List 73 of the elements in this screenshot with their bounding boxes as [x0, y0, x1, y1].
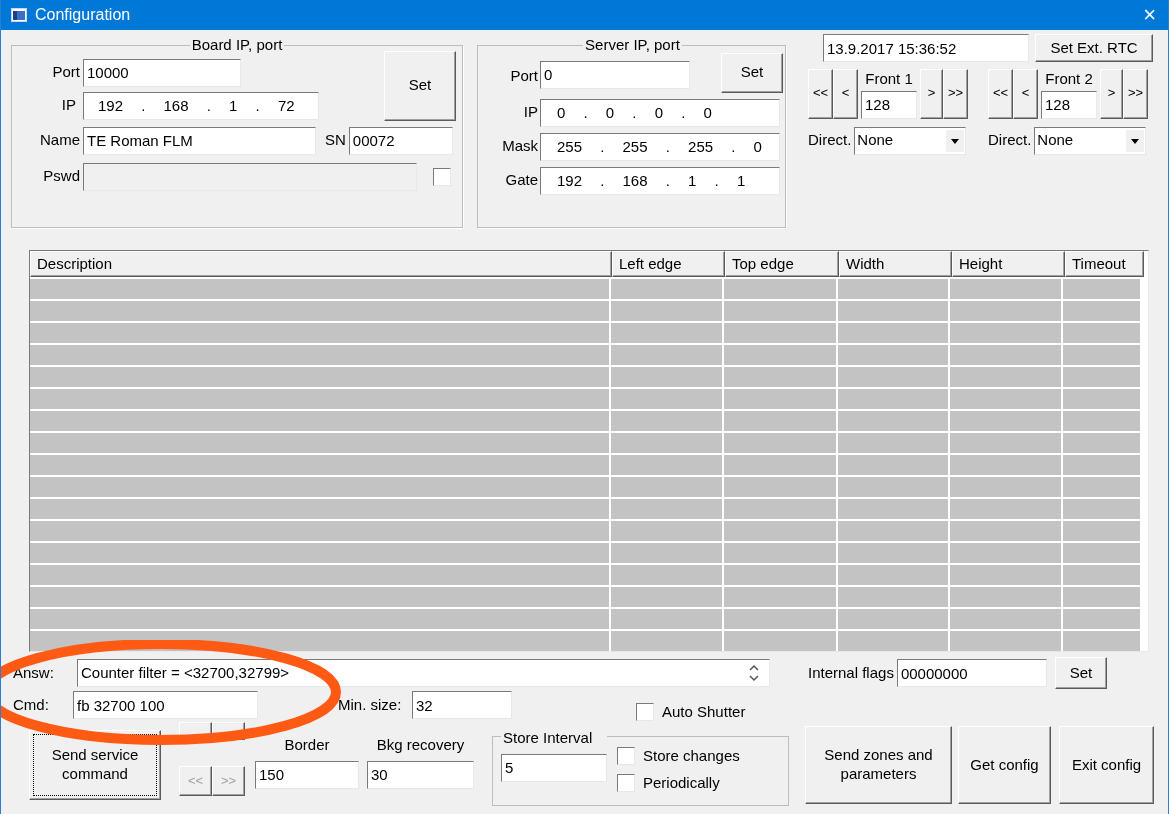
name-field[interactable]: TE Roman FLM [83, 126, 316, 155]
field-label: Answ: [13, 662, 55, 683]
column-header[interactable]: Left edge [612, 251, 725, 277]
last-button[interactable]: >> [943, 68, 968, 119]
field-label: Gate [504, 170, 539, 191]
port-field[interactable]: 0 [540, 60, 690, 89]
column-header[interactable]: Width [839, 251, 952, 277]
field-label: Internal flags [808, 662, 894, 683]
set-button[interactable]: Set [384, 50, 456, 121]
direct-dropdown[interactable]: None [1034, 126, 1147, 155]
field-label: Port [51, 62, 80, 83]
field-label: Min. size: [338, 694, 403, 715]
field-label: IP [522, 102, 539, 123]
column-header[interactable]: Timeout [1065, 251, 1144, 277]
bkg-recovery-field[interactable]: 30 [367, 760, 474, 789]
next-button[interactable]: > [920, 68, 943, 119]
group-title: Server IP, port [585, 36, 680, 53]
set-button[interactable]: Set [1054, 657, 1107, 689]
field-label: Cmd: [13, 694, 50, 715]
front-value-field[interactable]: 128 [1041, 90, 1097, 119]
field-label: Pswd [42, 166, 80, 187]
action-button[interactable]: Send zones and parameters [805, 726, 952, 804]
window-icon [11, 8, 27, 22]
action-button[interactable]: Exit config [1059, 726, 1154, 804]
front-title: Front 1 [865, 69, 913, 89]
group-title: Board IP, port [191, 36, 283, 53]
field-label: Name [39, 130, 80, 151]
column-header[interactable]: Top edge [725, 251, 839, 277]
front-value-field[interactable]: 128 [861, 90, 917, 119]
sn-field[interactable]: 00072 [348, 126, 453, 155]
checkbox-label: Periodically [643, 772, 720, 793]
spinner-icon [747, 662, 761, 684]
front-title: Front 2 [1045, 69, 1093, 89]
border-field[interactable]: 150 [255, 760, 359, 789]
column-header[interactable]: Height [952, 251, 1065, 277]
field-label: Port [509, 65, 539, 86]
checkbox[interactable] [617, 747, 635, 766]
action-button[interactable]: Get config [958, 726, 1051, 804]
store-interval-field[interactable]: 5 [501, 753, 607, 782]
checkbox[interactable] [617, 773, 635, 792]
field-label: Bkg recovery [375, 735, 466, 755]
set-button[interactable]: Set [721, 52, 783, 93]
internal-flags-field[interactable]: 00000000 [896, 659, 1047, 687]
datetime-field[interactable]: 13.9.2017 15:36:52 [823, 34, 1029, 62]
next-button[interactable]: > [1100, 68, 1123, 119]
last-button[interactable]: >> [1123, 68, 1148, 119]
previous-button[interactable]: < [1013, 68, 1038, 119]
checkbox[interactable] [433, 167, 451, 186]
ip-field[interactable]: 0 . 0 . 0 . 0 [540, 98, 780, 127]
port-field[interactable]: 10000 [83, 58, 241, 87]
checkbox-label: Auto Shutter [662, 701, 746, 722]
answer-field[interactable]: Counter filter = <32700,32799> [77, 659, 770, 687]
checkbox[interactable] [636, 703, 654, 721]
field-label: Direct. [988, 130, 1032, 151]
first-button[interactable]: << [988, 68, 1013, 119]
ip-field[interactable]: 192 . 168 . 1 . 72 [83, 91, 319, 120]
field-label: SN [325, 130, 346, 151]
direct-dropdown[interactable]: None [854, 126, 967, 155]
field-label: Border [283, 735, 331, 755]
first-button[interactable]: << [808, 68, 833, 119]
gate-field[interactable]: 192 . 168 . 1 . 1 [540, 166, 780, 195]
field-label: IP [60, 95, 77, 116]
close-button[interactable]: × [1143, 4, 1156, 26]
min-size-field[interactable]: 32 [412, 691, 512, 719]
mask-field[interactable]: 255 . 255 . 255 . 0 [540, 132, 780, 161]
command-field[interactable]: fb 32700 100 [73, 691, 258, 719]
field-label: Direct. [808, 130, 852, 151]
previous-button[interactable]: < [833, 68, 858, 119]
column-header[interactable]: Description [30, 251, 612, 277]
set-rtc-button[interactable]: Set Ext. RTC [1035, 34, 1153, 62]
field-label: Mask [501, 136, 539, 157]
checkbox-label: Store changes [643, 746, 740, 766]
window-title: Configuration [35, 5, 131, 25]
